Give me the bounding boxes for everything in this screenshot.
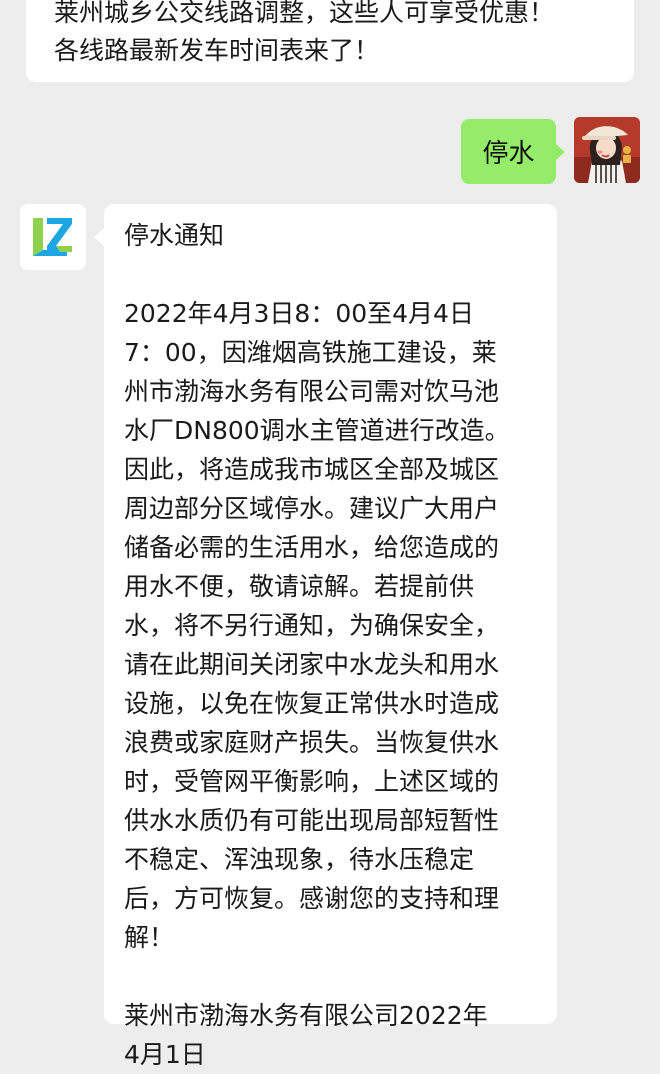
notice-body-line: 储备必需的生活用水，给您造成的	[124, 533, 500, 562]
notice-body-line: 水厂DN800调水主管道进行改造。	[124, 416, 510, 445]
notice-body-line: 不稳定、浑浊现象，待水压稳定	[124, 845, 475, 874]
notice-body-line: 浪费或家庭财产损失。当恢复供水	[124, 728, 500, 757]
notice-body-line: 设施，以免在恢复正常供水时造成	[124, 689, 500, 718]
notice-body-line: 请在此期间关闭家中水龙头和用水	[124, 650, 500, 679]
notice-body-line: 因此，将造成我市城区全部及城区	[124, 455, 500, 484]
notice-signature-line: 4月1日	[124, 1040, 206, 1069]
user-avatar-illustration	[574, 117, 640, 183]
notice-body-line: 供水水质仍有可能出现局部短暂性	[124, 806, 500, 835]
notice-body-line: 时，受管网平衡影响，上述区域的	[124, 767, 500, 796]
bot-message-bubble[interactable]: 停水通知 2022年4月3日8：00至4月4日 7：00，因潍烟高铁施工建设，莱…	[94, 204, 557, 1069]
notice-body-line: 2022年4月3日8：00至4月4日	[124, 299, 474, 328]
notice-body-line: 水，将不另行通知，为确保安全，	[124, 611, 500, 640]
notice-body-line: 用水不便，敬请谅解。若提前供	[124, 572, 475, 601]
notice-body-line: 后，方可恢复。感谢您的支持和理	[124, 884, 500, 913]
notice-signature-line: 莱州市渤海水务有限公司2022年	[124, 1001, 488, 1030]
notice-title: 停水通知	[124, 221, 225, 250]
notice-body-line: 7：00，因潍烟高铁施工建设，莱	[124, 338, 497, 367]
notice-body-line: 州市渤海水务有限公司需对饮马池	[124, 377, 500, 406]
user-message-bubble[interactable]: 停水	[461, 119, 565, 184]
user-avatar[interactable]	[574, 117, 640, 183]
previous-message-bubble[interactable]: 莱州城乡公交线路调整，这些人可享受优惠！ 各线路最新发车时间表来了！	[26, 0, 634, 82]
notice-body-line: 解！	[124, 923, 175, 952]
bot-logo-icon	[20, 204, 86, 270]
notice-body-line: 周边部分区域停水。建议广大用户	[124, 494, 500, 523]
previous-message-line: 莱州城乡公交线路调整，这些人可享受优惠！	[54, 0, 555, 27]
bot-avatar[interactable]	[20, 204, 86, 270]
previous-message-line: 各线路最新发车时间表来了！	[54, 36, 380, 65]
user-message-text: 停水	[482, 139, 535, 169]
